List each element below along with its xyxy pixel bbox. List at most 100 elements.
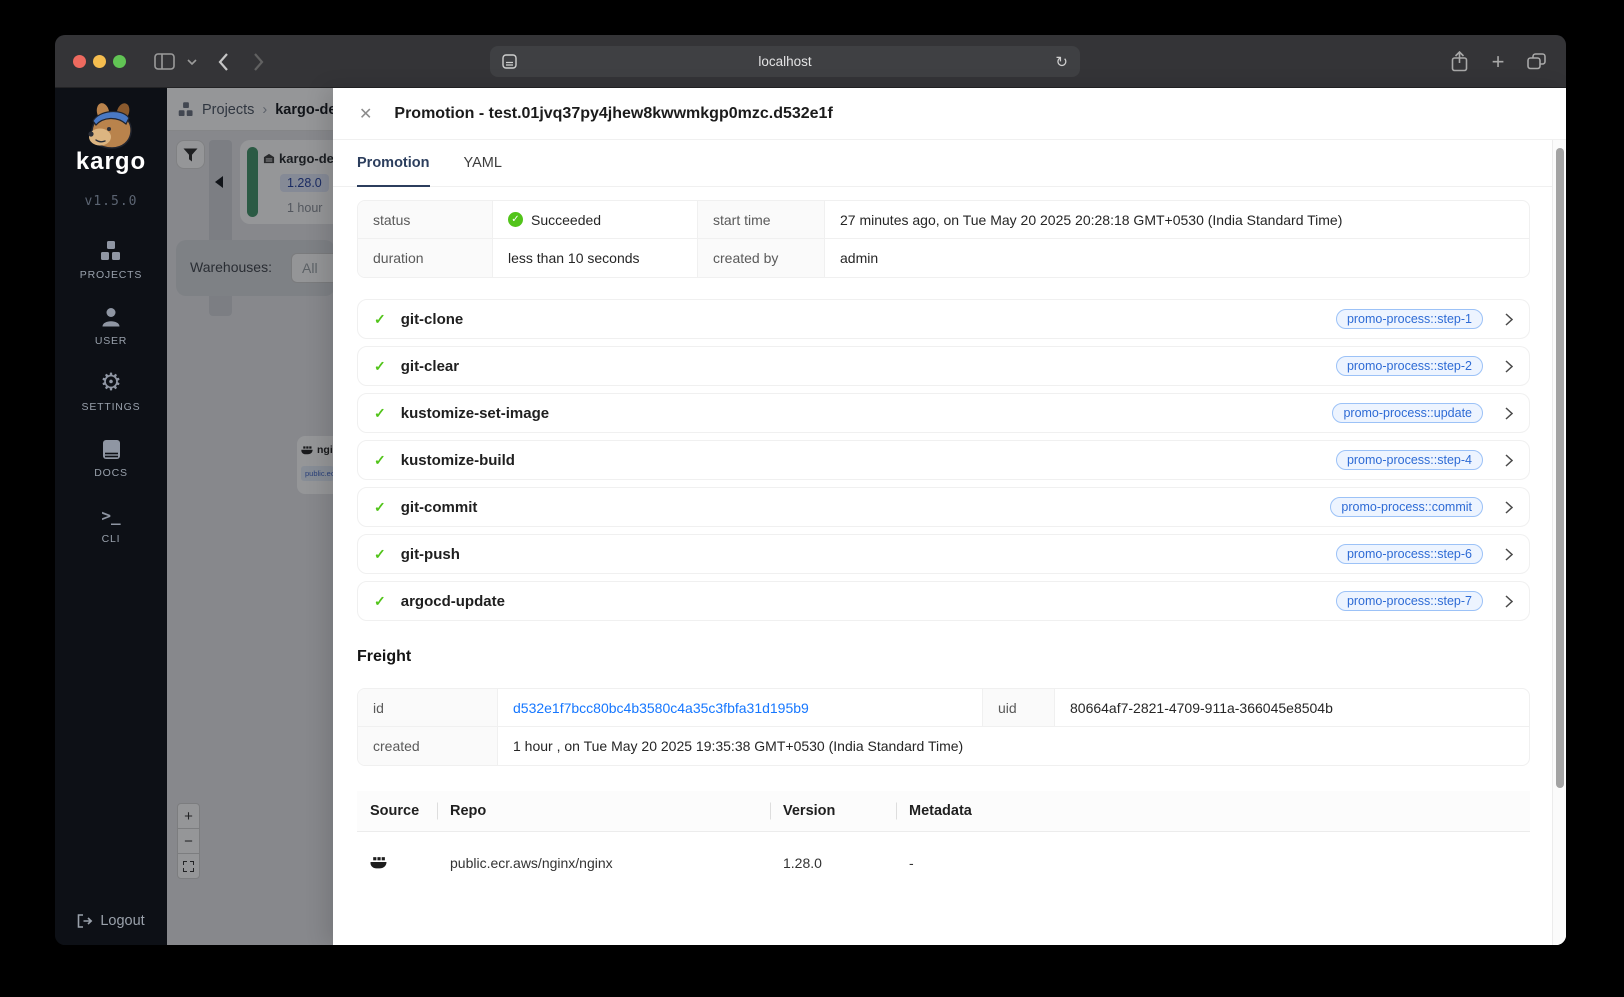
column-header-source: Source: [370, 803, 420, 819]
created-by-value: admin: [840, 250, 879, 266]
book-icon: [55, 437, 167, 461]
step-check-icon: ✓: [374, 592, 386, 609]
promotion-status-table: status ✓ Succeeded start time 27 minutes…: [357, 200, 1530, 278]
chevron-right-icon[interactable]: [1505, 547, 1513, 561]
tab-promotion[interactable]: Promotion: [357, 140, 430, 187]
terminal-icon: >_: [101, 505, 121, 525]
freight-artifacts-table: Source Repo Version Metadata public.ecr.…: [357, 791, 1530, 894]
step-check-icon: ✓: [374, 357, 386, 374]
step-row-git-clear[interactable]: ✓ git-clear promo-process::step-2: [357, 346, 1530, 386]
chevron-right-icon[interactable]: [1505, 500, 1513, 514]
freight-id-value: d532e1f7bcc80bc4b3580c4a35c3fbfa31d195b9: [498, 689, 983, 727]
chevron-right-icon[interactable]: [1505, 453, 1513, 467]
artifact-repo: public.ecr.aws/nginx/nginx: [450, 855, 613, 871]
status-value: ✓ Succeeded: [493, 201, 698, 239]
forward-button[interactable]: [248, 35, 268, 88]
sidebar-toggle-icon[interactable]: [151, 35, 177, 88]
tab-overview-icon[interactable]: [1523, 35, 1549, 88]
scrollbar-track[interactable]: [1552, 140, 1566, 945]
minimize-window-button[interactable]: [93, 55, 106, 68]
status-label: status: [358, 201, 493, 239]
new-tab-icon[interactable]: +: [1485, 35, 1511, 88]
app-version: v1.5.0: [84, 194, 138, 209]
logout-icon: [77, 914, 93, 928]
step-row-git-clone[interactable]: ✓ git-clone promo-process::step-1: [357, 299, 1530, 339]
page-icon: [502, 54, 517, 69]
sidebar-nav: PROJECTS USER ⚙ SETTINGS DOCS >_ CLI: [55, 239, 167, 545]
step-alias-badge: promo-process::step-6: [1335, 544, 1483, 564]
artifact-row: public.ecr.aws/nginx/nginx 1.28.0 -: [357, 832, 1530, 894]
back-button[interactable]: [213, 35, 233, 88]
duration-value: less than 10 seconds: [493, 239, 698, 277]
url-text: localhost: [758, 54, 812, 69]
browser-window: localhost ↻ + kargo v1.5.0 PROJECTS USER…: [55, 35, 1566, 945]
user-icon: [55, 305, 167, 329]
success-check-icon: ✓: [508, 212, 523, 227]
tab-yaml[interactable]: YAML: [464, 140, 502, 186]
drawer-tabs: Promotion YAML: [333, 140, 1566, 187]
freight-id-label: id: [358, 689, 498, 727]
chevron-right-icon[interactable]: [1505, 594, 1513, 608]
screen: localhost ↻ + kargo v1.5.0 PROJECTS USER…: [0, 0, 1624, 997]
step-row-kustomize-set-image[interactable]: ✓ kustomize-set-image promo-process::upd…: [357, 393, 1530, 433]
created-by-label: created by: [698, 239, 825, 277]
chevron-right-icon[interactable]: [1505, 312, 1513, 326]
step-alias-badge: promo-process::step-4: [1335, 450, 1483, 470]
step-check-icon: ✓: [374, 451, 386, 468]
freight-uid-value: 80664af7-2821-4709-911a-366045e8504b: [1055, 689, 1529, 727]
address-bar[interactable]: localhost ↻: [490, 46, 1080, 77]
artifact-metadata: -: [909, 855, 914, 871]
sidebar-item-user[interactable]: USER: [55, 305, 167, 347]
step-alias-badge: promo-process::step-2: [1335, 356, 1483, 376]
share-icon[interactable]: [1447, 35, 1471, 88]
close-window-button[interactable]: [73, 55, 86, 68]
chevron-down-icon[interactable]: [185, 35, 199, 88]
freight-uid-label: uid: [983, 689, 1055, 727]
brand-wordmark: kargo: [75, 148, 147, 175]
step-row-git-push[interactable]: ✓ git-push promo-process::step-6: [357, 534, 1530, 574]
step-row-kustomize-build[interactable]: ✓ kustomize-build promo-process::step-4: [357, 440, 1530, 480]
freight-created-value: 1 hour , on Tue May 20 2025 19:35:38 GMT…: [513, 738, 964, 754]
step-check-icon: ✓: [374, 404, 386, 421]
drawer-title: Promotion - test.01jvq37py4jhew8kwwmkgp0…: [394, 104, 833, 122]
chevron-right-icon[interactable]: [1505, 359, 1513, 373]
freight-created-label: created: [358, 727, 498, 765]
sidebar-item-projects[interactable]: PROJECTS: [55, 239, 167, 281]
close-icon[interactable]: ✕: [359, 104, 372, 124]
kargo-sidebar: kargo v1.5.0 PROJECTS USER ⚙ SETTINGS DO…: [55, 88, 167, 945]
logout-label: Logout: [100, 913, 145, 929]
freight-id-link[interactable]: d532e1f7bcc80bc4b3580c4a35c3fbfa31d195b9: [513, 700, 809, 716]
step-row-argocd-update[interactable]: ✓ argocd-update promo-process::step-7: [357, 581, 1530, 621]
scrollbar-thumb[interactable]: [1555, 148, 1564, 788]
drawer-header: ✕ Promotion - test.01jvq37py4jhew8kwwmkg…: [333, 88, 1566, 140]
gear-icon: ⚙: [100, 369, 122, 396]
start-time-value: 27 minutes ago, on Tue May 20 2025 20:28…: [825, 201, 1529, 239]
sidebar-item-cli[interactable]: >_ CLI: [55, 503, 167, 546]
app-area: kargo v1.5.0 PROJECTS USER ⚙ SETTINGS DO…: [55, 88, 1566, 945]
freight-table: id d532e1f7bcc80bc4b3580c4a35c3fbfa31d19…: [357, 688, 1530, 766]
column-header-version: Version: [770, 791, 896, 831]
artifact-source-icon-cell: [357, 857, 437, 869]
sidebar-item-docs[interactable]: DOCS: [55, 437, 167, 479]
chevron-right-icon[interactable]: [1505, 406, 1513, 420]
start-time-label: start time: [698, 201, 825, 239]
artifact-version: 1.28.0: [783, 855, 822, 871]
step-alias-badge: promo-process::step-7: [1335, 591, 1483, 611]
column-header-repo: Repo: [437, 791, 770, 831]
freight-heading: Freight: [357, 648, 412, 665]
artifacts-header-row: Source Repo Version Metadata: [357, 791, 1530, 832]
drawer-body: status ✓ Succeeded start time 27 minutes…: [357, 188, 1530, 945]
fullscreen-window-button[interactable]: [113, 55, 126, 68]
step-check-icon: ✓: [374, 545, 386, 562]
docker-whale-icon: [370, 857, 437, 869]
step-alias-badge: promo-process::update: [1332, 403, 1483, 423]
logout-button[interactable]: Logout: [55, 913, 167, 929]
browser-toolbar: localhost ↻ +: [55, 35, 1566, 88]
step-alias-badge: promo-process::commit: [1330, 497, 1483, 517]
step-alias-badge: promo-process::step-1: [1335, 309, 1483, 329]
reload-icon[interactable]: ↻: [1055, 53, 1068, 71]
duration-label: duration: [358, 239, 493, 277]
sidebar-item-settings[interactable]: ⚙ SETTINGS: [55, 369, 167, 414]
step-row-git-commit[interactable]: ✓ git-commit promo-process::commit: [357, 487, 1530, 527]
kargo-logo[interactable]: [55, 102, 167, 152]
